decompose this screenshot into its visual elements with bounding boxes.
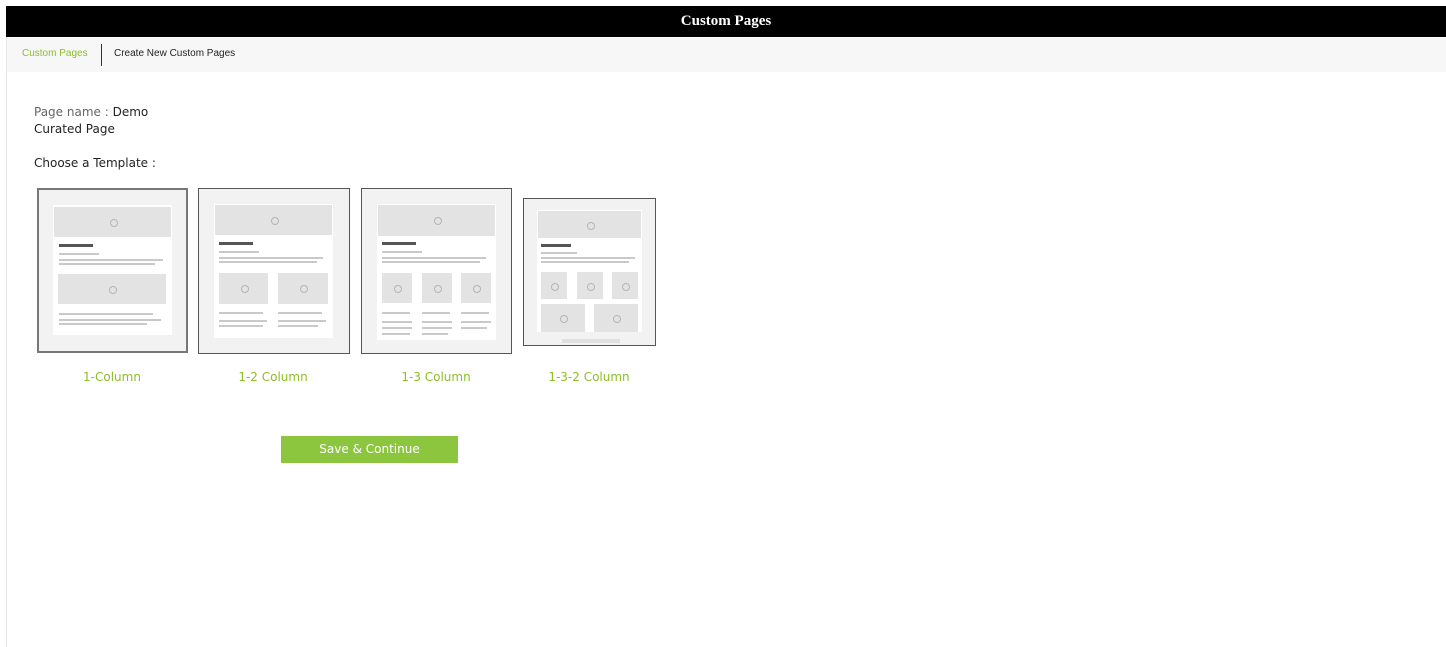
preview-text-line [541,257,635,259]
left-divider [6,37,7,647]
image-placeholder-icon [577,272,603,299]
template-preview [214,204,333,338]
preview-text-line [382,321,412,323]
preview-text-line [461,321,491,323]
preview-text-line [461,327,487,329]
preview-text-line [382,333,410,335]
preview-text-line [219,320,267,322]
preview-text-line [541,252,577,254]
preview-title-line [541,244,571,247]
preview-text-line [219,251,259,253]
image-placeholder-icon [612,272,638,299]
tab-custom-pages[interactable]: Custom Pages [22,48,88,59]
template-1-3-2-column[interactable] [523,198,656,346]
preview-text-line [382,261,480,263]
preview-title-line [59,244,93,247]
preview-text-line [219,261,317,263]
choose-template-label: Choose a Template : [34,156,156,170]
template-1-3-column[interactable] [361,188,512,354]
image-placeholder-icon [594,304,638,332]
template-preview [377,204,496,340]
preview-text-line [382,312,410,314]
image-placeholder-icon [538,211,641,238]
image-placeholder-icon [541,304,585,332]
preview-text-line [422,327,452,329]
preview-text-line [59,319,161,321]
preview-text-line [382,327,412,329]
page-name-value-cont: Curated Page [34,122,115,136]
template-1-2-column[interactable] [198,188,350,354]
preview-text-line [219,325,263,327]
preview-text-line [422,321,452,323]
preview-text-line [382,257,486,259]
preview-text-line [541,261,629,263]
preview-text-line [59,323,147,325]
template-1-column[interactable] [37,188,188,353]
preview-text-line [219,312,263,314]
template-label-1-column[interactable]: 1-Column [37,370,187,384]
preview-title-line [219,242,253,245]
preview-text-line [59,263,155,265]
preview-text-line [59,253,99,255]
tab-separator [101,44,102,66]
template-label-1-2-column[interactable]: 1-2 Column [198,370,348,384]
image-placeholder-icon [422,273,452,303]
image-placeholder-icon [461,273,491,303]
preview-text-line [59,259,163,261]
template-preview-footer-bar [562,339,620,343]
template-preview [53,205,172,335]
tab-bar: Custom Pages Create New Custom Pages [7,38,1446,72]
preview-title-line [382,242,416,245]
page-name-label: Page name : [34,105,109,119]
preview-text-line [278,325,318,327]
image-placeholder-icon [541,272,567,299]
image-placeholder-icon [219,273,268,304]
save-continue-button[interactable]: Save & Continue [281,436,458,463]
page-name-block: Page name : Demo Curated Page [34,104,148,138]
image-placeholder-icon [54,207,171,237]
page-name-value: Demo [112,105,149,119]
preview-text-line [461,312,489,314]
window-title: Custom Pages [6,6,1446,37]
preview-text-line [278,312,322,314]
image-placeholder-icon [382,273,412,303]
template-preview [537,210,642,332]
image-placeholder-icon [378,205,495,236]
image-placeholder-icon [58,274,166,304]
image-placeholder-icon [215,205,332,235]
preview-text-line [422,312,450,314]
preview-text-line [278,320,326,322]
preview-text-line [59,313,153,315]
tab-create-new-custom-pages[interactable]: Create New Custom Pages [114,48,235,59]
preview-text-line [219,257,323,259]
preview-text-line [422,333,448,335]
image-placeholder-icon [278,273,328,304]
template-label-1-3-column[interactable]: 1-3 Column [361,370,511,384]
preview-text-line [382,251,422,253]
template-label-1-3-2-column[interactable]: 1-3-2 Column [514,370,664,384]
